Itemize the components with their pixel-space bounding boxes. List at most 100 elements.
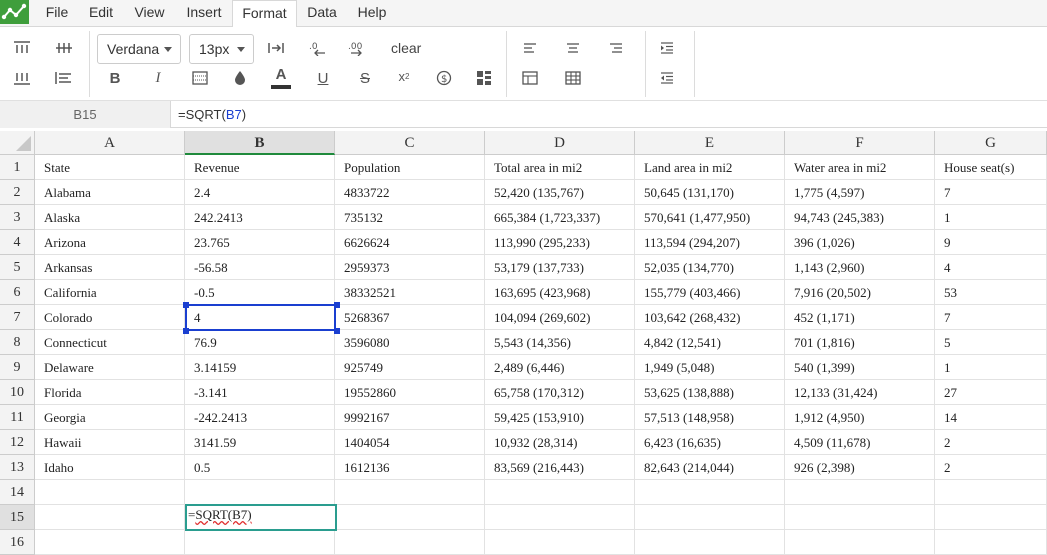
- cell-g3[interactable]: 1: [935, 205, 1047, 230]
- name-box[interactable]: B15: [0, 101, 171, 128]
- menu-data[interactable]: Data: [301, 0, 343, 27]
- cell-g7[interactable]: 7: [935, 305, 1047, 330]
- cell-d3[interactable]: 665,384 (1,723,337): [485, 205, 635, 230]
- cell-b5[interactable]: -56.58: [185, 255, 335, 280]
- increase-decimal-icon[interactable]: .00: [346, 37, 370, 59]
- cell-b2[interactable]: 2.4: [185, 180, 335, 205]
- cell-d15[interactable]: [485, 505, 635, 530]
- cell-f3[interactable]: 94,743 (245,383): [785, 205, 935, 230]
- cell-g15[interactable]: [935, 505, 1047, 530]
- row-header-4[interactable]: 4: [0, 230, 35, 255]
- cell-a10[interactable]: Florida: [35, 380, 185, 405]
- cell-b8[interactable]: 76.9: [185, 330, 335, 355]
- cell-f15[interactable]: [785, 505, 935, 530]
- row-header-3[interactable]: 3: [0, 205, 35, 230]
- cell-e9[interactable]: 1,949 (5,048): [635, 355, 785, 380]
- cell-a8[interactable]: Connecticut: [35, 330, 185, 355]
- cell-f1[interactable]: Water area in mi2: [785, 155, 935, 180]
- cell-e8[interactable]: 4,842 (12,541): [635, 330, 785, 355]
- cell-g10[interactable]: 27: [935, 380, 1047, 405]
- menu-edit[interactable]: Edit: [81, 0, 121, 27]
- cell-d9[interactable]: 2,489 (6,446): [485, 355, 635, 380]
- cell-b6[interactable]: -0.5: [185, 280, 335, 305]
- select-all-corner[interactable]: [0, 131, 35, 155]
- spreadsheet-grid[interactable]: A B C D E F G 1 State Revenue Population Total area…: [0, 131, 1047, 555]
- merge-cells-icon[interactable]: [518, 67, 542, 89]
- cell-g16[interactable]: [935, 530, 1047, 555]
- text-direction-icon[interactable]: [264, 37, 288, 59]
- cell-c13[interactable]: 1612136: [335, 455, 485, 480]
- cell-f16[interactable]: [785, 530, 935, 555]
- cell-f11[interactable]: 1,912 (4,950): [785, 405, 935, 430]
- cell-e6[interactable]: 155,779 (403,466): [635, 280, 785, 305]
- column-header-a[interactable]: A: [35, 131, 185, 155]
- row-header-2[interactable]: 2: [0, 180, 35, 205]
- cell-a7[interactable]: Colorado: [35, 305, 185, 330]
- row-header-10[interactable]: 10: [0, 380, 35, 405]
- cell-f5[interactable]: 1,143 (2,960): [785, 255, 935, 280]
- cell-b11[interactable]: -242.2413: [185, 405, 335, 430]
- column-header-f[interactable]: F: [785, 131, 935, 155]
- cell-c14[interactable]: [335, 480, 485, 505]
- cell-d12[interactable]: 10,932 (28,314): [485, 430, 635, 455]
- cell-d7[interactable]: 104,094 (269,602): [485, 305, 635, 330]
- cell-b10[interactable]: -3.141: [185, 380, 335, 405]
- cell-c16[interactable]: [335, 530, 485, 555]
- menu-help[interactable]: Help: [348, 0, 396, 27]
- menu-insert[interactable]: Insert: [178, 0, 230, 27]
- row-header-16[interactable]: 16: [0, 530, 35, 555]
- cell-g13[interactable]: 2: [935, 455, 1047, 480]
- formula-input[interactable]: =SQRT(B7): [174, 102, 1047, 127]
- align-middle-icon[interactable]: [52, 37, 76, 59]
- cell-b3[interactable]: 242.2413: [185, 205, 335, 230]
- cell-a3[interactable]: Alaska: [35, 205, 185, 230]
- italic-icon[interactable]: I: [146, 67, 170, 89]
- wrap-text-icon[interactable]: [52, 67, 76, 89]
- cell-e10[interactable]: 53,625 (138,888): [635, 380, 785, 405]
- cell-f4[interactable]: 396 (1,026): [785, 230, 935, 255]
- cell-a13[interactable]: Idaho: [35, 455, 185, 480]
- row-header-13[interactable]: 13: [0, 455, 35, 480]
- cell-c5[interactable]: 2959373: [335, 255, 485, 280]
- menu-view[interactable]: View: [127, 0, 172, 27]
- cell-c11[interactable]: 9992167: [335, 405, 485, 430]
- fill-pattern-icon[interactable]: [188, 67, 212, 89]
- currency-format-icon[interactable]: $: [432, 67, 456, 89]
- row-header-9[interactable]: 9: [0, 355, 35, 380]
- cell-e16[interactable]: [635, 530, 785, 555]
- row-header-12[interactable]: 12: [0, 430, 35, 455]
- cell-f14[interactable]: [785, 480, 935, 505]
- align-left-icon[interactable]: [518, 37, 542, 59]
- cell-e13[interactable]: 82,643 (214,044): [635, 455, 785, 480]
- menu-file[interactable]: File: [37, 0, 77, 27]
- cell-b12[interactable]: 3141.59: [185, 430, 335, 455]
- row-header-11[interactable]: 11: [0, 405, 35, 430]
- cell-a16[interactable]: [35, 530, 185, 555]
- bold-icon[interactable]: B: [103, 67, 127, 89]
- cell-d1[interactable]: Total area in mi2: [485, 155, 635, 180]
- cell-editor[interactable]: =SQRT(B7): [185, 504, 337, 531]
- cell-d13[interactable]: 83,569 (216,443): [485, 455, 635, 480]
- row-header-6[interactable]: 6: [0, 280, 35, 305]
- cell-g6[interactable]: 53: [935, 280, 1047, 305]
- column-header-d[interactable]: D: [485, 131, 635, 155]
- fill-color-icon[interactable]: [228, 67, 252, 89]
- conditional-format-icon[interactable]: [472, 67, 496, 89]
- cell-d2[interactable]: 52,420 (135,767): [485, 180, 635, 205]
- cell-g9[interactable]: 1: [935, 355, 1047, 380]
- column-header-c[interactable]: C: [335, 131, 485, 155]
- cell-e14[interactable]: [635, 480, 785, 505]
- cell-b9[interactable]: 3.14159: [185, 355, 335, 380]
- row-header-8[interactable]: 8: [0, 330, 35, 355]
- cell-g8[interactable]: 5: [935, 330, 1047, 355]
- cell-g2[interactable]: 7: [935, 180, 1047, 205]
- cell-a1[interactable]: State: [35, 155, 185, 180]
- text-color-icon[interactable]: A: [269, 65, 293, 91]
- cell-f10[interactable]: 12,133 (31,424): [785, 380, 935, 405]
- cell-d16[interactable]: [485, 530, 635, 555]
- cell-c12[interactable]: 1404054: [335, 430, 485, 455]
- align-top-icon[interactable]: [10, 37, 34, 59]
- cell-a5[interactable]: Arkansas: [35, 255, 185, 280]
- cell-f6[interactable]: 7,916 (20,502): [785, 280, 935, 305]
- cell-e2[interactable]: 50,645 (131,170): [635, 180, 785, 205]
